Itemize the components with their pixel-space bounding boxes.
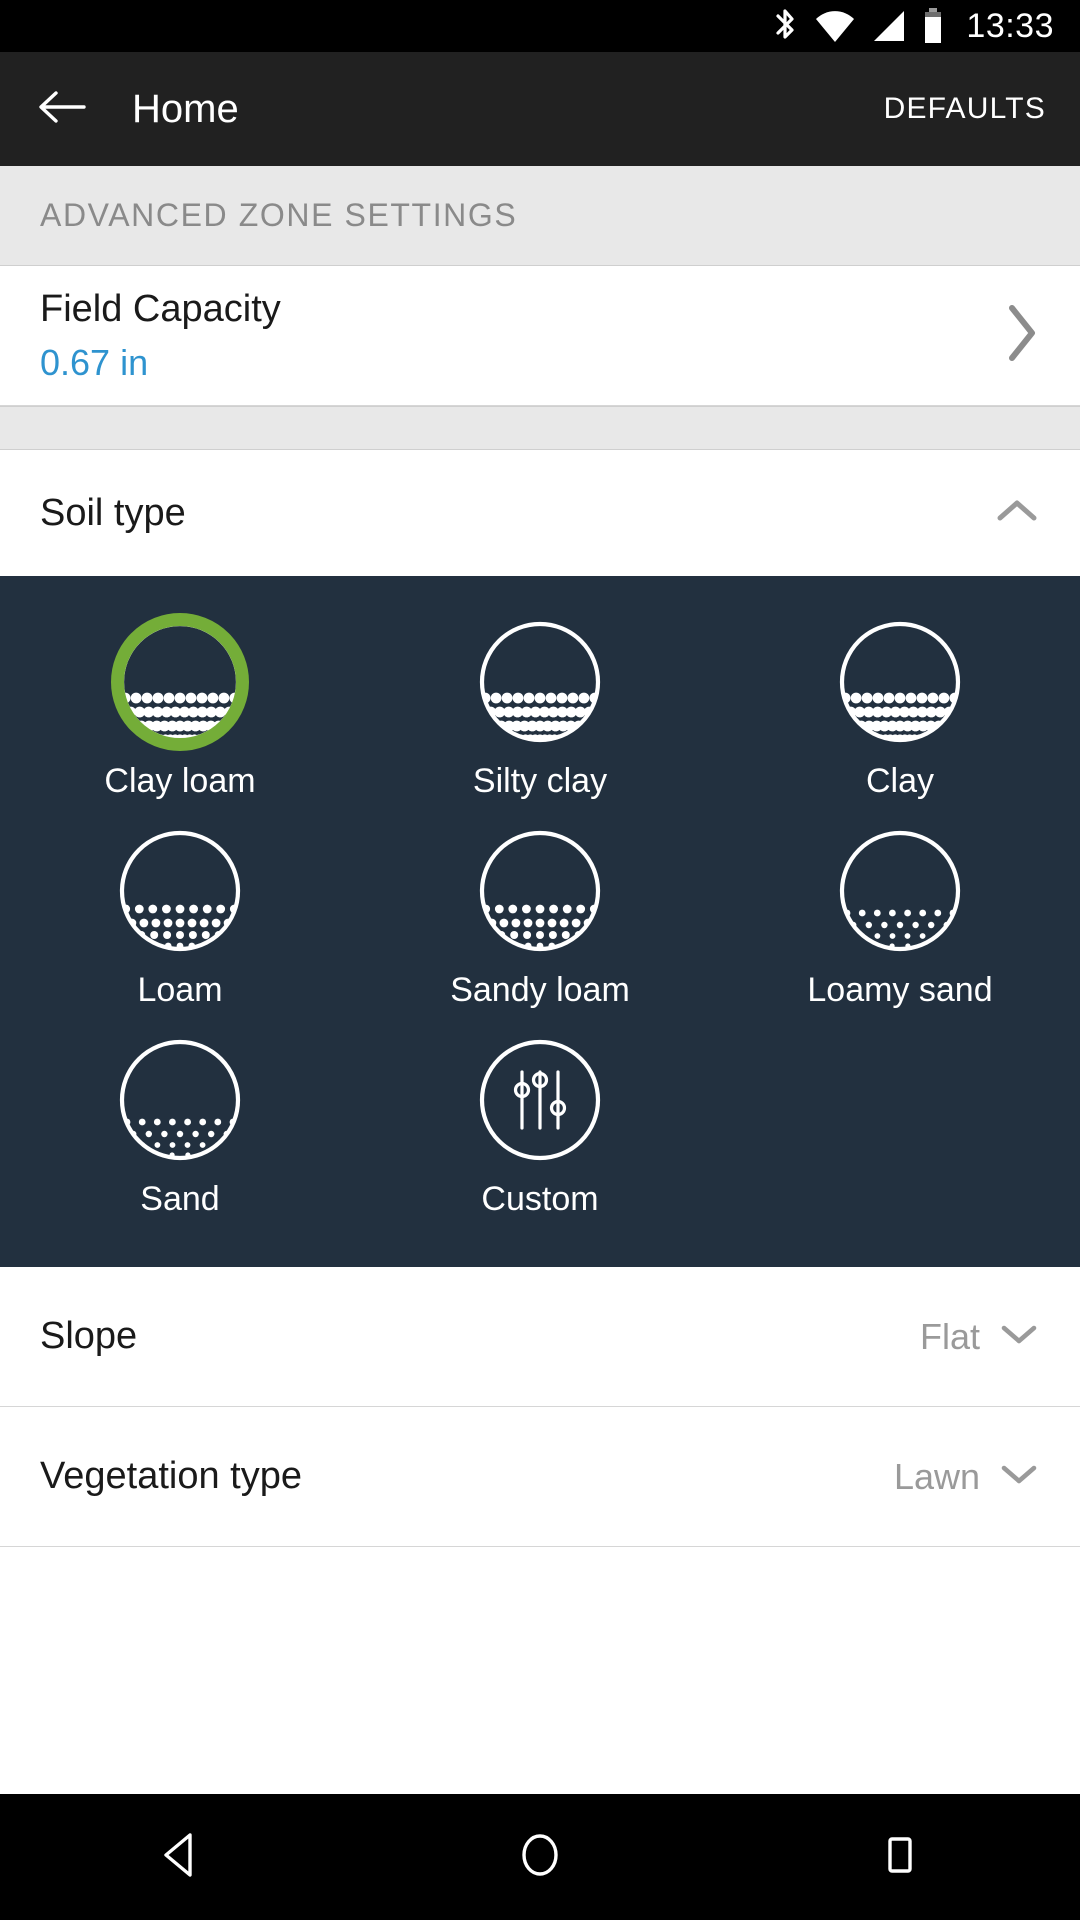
vegetation-texts: Vegetation type <box>40 1453 894 1501</box>
soil-option-label: Loamy sand <box>807 971 993 1009</box>
vegetation-value-group[interactable]: Lawn <box>894 1456 1040 1498</box>
chevron-down-icon[interactable] <box>998 1460 1040 1493</box>
soil-option-loamy-sand[interactable]: Loamy sand <box>720 815 1080 1024</box>
soil-type-grid: Clay loam Silty clay Clay Loam Sandy loam Loa… <box>0 576 1080 1267</box>
soil-sparse-icon <box>832 823 968 959</box>
vegetation-label: Vegetation type <box>40 1454 302 1497</box>
soil-option-label: Sandy loam <box>450 971 630 1009</box>
soil-sparse-icon <box>112 1032 248 1168</box>
soil-option-sand[interactable]: Sand <box>0 1024 360 1233</box>
cell-signal-icon <box>870 9 908 43</box>
soil-dense-icon <box>111 613 249 751</box>
circle-home-icon <box>516 1831 564 1884</box>
field-capacity-value: 0.67 in <box>40 341 149 383</box>
triangle-back-icon <box>158 1831 202 1884</box>
field-capacity-label: Field Capacity <box>40 288 281 331</box>
status-bar-clock: 13:33 <box>966 6 1054 45</box>
defaults-button[interactable]: DEFAULTS <box>884 92 1046 126</box>
row-slope[interactable]: Slope Flat <box>0 1267 1080 1407</box>
soil-option-silty-clay[interactable]: Silty clay <box>360 606 720 815</box>
soil-option-label: Silty clay <box>472 762 608 800</box>
chevron-up-icon[interactable] <box>994 496 1040 531</box>
row-field-capacity[interactable]: Field Capacity 0.67 in <box>0 266 1080 406</box>
section-header-advanced-zone-settings: ADVANCED ZONE SETTINGS <box>0 166 1080 266</box>
soil-medium-icon <box>112 823 248 959</box>
arrow-left-icon <box>36 87 88 132</box>
field-capacity-texts: Field Capacity 0.67 in <box>40 286 1002 385</box>
status-bar: 13:33 <box>0 0 1080 52</box>
soil-type-label: Soil type <box>40 491 186 534</box>
row-soil-type-header[interactable]: Soil type <box>0 450 1080 576</box>
soil-option-label: Sand <box>140 1180 220 1218</box>
soil-option-clay-loam[interactable]: Clay loam <box>0 606 360 815</box>
slope-texts: Slope <box>40 1313 920 1361</box>
soil-option-clay[interactable]: Clay <box>720 606 1080 815</box>
soil-dense-icon <box>832 614 968 750</box>
vegetation-value: Lawn <box>893 1455 980 1497</box>
bluetooth-icon <box>770 7 800 45</box>
soil-option-label: Custom <box>481 1180 599 1218</box>
page-title: Home <box>132 86 239 131</box>
slope-value-group[interactable]: Flat <box>920 1316 1040 1358</box>
battery-icon <box>922 8 944 44</box>
wifi-icon <box>814 9 856 43</box>
soil-dense-icon <box>472 614 608 750</box>
section-spacer <box>0 406 1080 450</box>
chevron-down-icon[interactable] <box>998 1320 1040 1353</box>
field-capacity-chevron[interactable] <box>1002 302 1040 369</box>
soil-medium-icon <box>472 823 608 959</box>
square-recents-icon <box>878 1831 922 1884</box>
soil-option-loam[interactable]: Loam <box>0 815 360 1024</box>
app-bar: Home DEFAULTS <box>0 52 1080 166</box>
back-button[interactable] <box>34 81 90 137</box>
soil-option-label: Clay loam <box>104 762 256 800</box>
soil-option-label: Clay <box>865 762 935 800</box>
nav-back-button[interactable] <box>120 1797 240 1917</box>
slope-label: Slope <box>40 1314 138 1357</box>
soil-option-label: Loam <box>137 971 223 1009</box>
nav-home-button[interactable] <box>480 1797 600 1917</box>
soil-sliders-icon <box>472 1032 608 1168</box>
nav-recents-button[interactable] <box>840 1797 960 1917</box>
android-nav-bar <box>0 1794 1080 1920</box>
row-vegetation-type[interactable]: Vegetation type Lawn <box>0 1407 1080 1547</box>
soil-option-custom[interactable]: Custom <box>360 1024 720 1233</box>
bottom-settings: Slope Flat Vegetation type Lawn <box>0 1267 1080 1547</box>
slope-value: Flat <box>919 1315 980 1357</box>
chevron-right-icon <box>1002 302 1040 369</box>
soil-option-sandy-loam[interactable]: Sandy loam <box>360 815 720 1024</box>
section-header-label: ADVANCED ZONE SETTINGS <box>40 197 518 233</box>
